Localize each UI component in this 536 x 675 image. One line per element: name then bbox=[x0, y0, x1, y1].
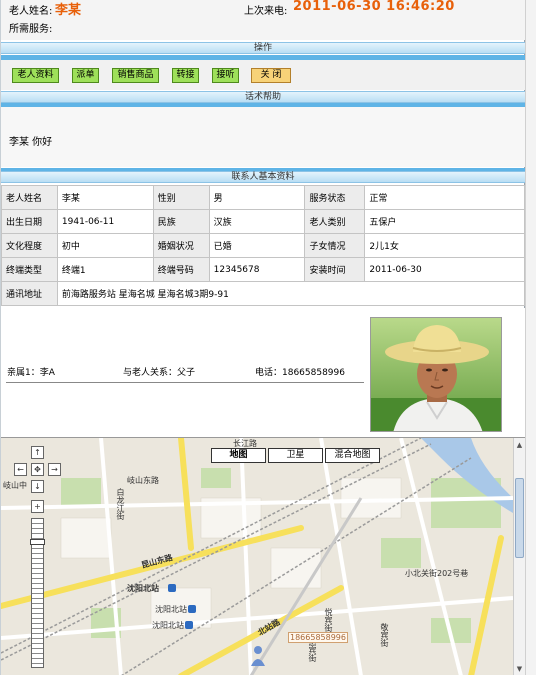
map-road-label: 白龙江街 bbox=[116, 488, 125, 520]
name-label: 老人姓名 bbox=[1, 185, 58, 210]
operations-section-title: 操作 bbox=[1, 42, 525, 54]
address-value: 前海路服务站 星海名城 星海名城3期9-91 bbox=[56, 281, 526, 306]
table-row: 通讯地址 前海路服务站 星海名城 星海名城3期9-91 bbox=[1, 281, 526, 306]
elder-name-value: 李某 bbox=[55, 3, 82, 18]
map-station-label: 沈阳北站 bbox=[155, 605, 187, 614]
map-road-label: 敬宾街 bbox=[380, 623, 389, 647]
transfer-button[interactable]: 转接 bbox=[172, 68, 199, 83]
zoom-in-icon[interactable]: + bbox=[31, 500, 44, 513]
pan-right-icon[interactable]: → bbox=[48, 463, 61, 476]
elder-info-button[interactable]: 老人资料 bbox=[12, 68, 59, 83]
map-road-label: 小北关街202号巷 bbox=[405, 569, 469, 578]
education-label: 文化程度 bbox=[1, 233, 58, 258]
terminal-type-value: 终端1 bbox=[56, 257, 154, 282]
last-call-label: 上次来电: bbox=[244, 6, 288, 17]
map-road-label: 岐山东路 bbox=[127, 476, 159, 485]
install-time-value: 2011-06-30 bbox=[364, 257, 525, 282]
location-map[interactable]: 岐山东路 昆山东路 沈阳北站 沈阳北站 沈阳北站 北站路 小北关街202号巷 岐… bbox=[1, 437, 525, 675]
gender-value: 男 bbox=[208, 185, 306, 210]
scroll-thumb[interactable] bbox=[515, 478, 524, 558]
map-station-label: 沈阳北站 bbox=[127, 584, 159, 593]
children-label: 子女情况 bbox=[304, 233, 366, 258]
table-row: 文化程度 初中 婚姻状况 已婚 子女情况 2儿1女 bbox=[1, 233, 525, 258]
children-value: 2儿1女 bbox=[364, 233, 525, 258]
scroll-down-icon[interactable]: ▼ bbox=[515, 665, 524, 673]
elder-photo bbox=[370, 317, 502, 432]
marriage-value: 已婚 bbox=[208, 233, 306, 258]
contact-info-section-title: 联系人基本资料 bbox=[1, 171, 525, 183]
terminal-number-value: 12345678 bbox=[208, 257, 306, 282]
contact-info-table: 老人姓名 李某 性别 男 服务状态 正常 出生日期 1941-06-11 民族 … bbox=[1, 185, 526, 306]
zoom-slider[interactable] bbox=[30, 518, 45, 668]
relative-relation: 与老人关系：父子 bbox=[123, 368, 196, 378]
service-label: 所需服务: bbox=[9, 24, 53, 35]
close-button[interactable]: 关 闭 bbox=[251, 68, 291, 83]
pan-up-icon[interactable]: ↑ bbox=[31, 446, 44, 459]
elder-type-label: 老人类别 bbox=[304, 209, 366, 234]
map-canvas bbox=[1, 438, 513, 675]
elder-name-label: 老人姓名: bbox=[9, 6, 53, 17]
map-road-label: 悦宾街 bbox=[324, 608, 333, 632]
help-text: 李某 你好 bbox=[9, 137, 53, 148]
phone-marker-label[interactable]: 18665858996 bbox=[288, 632, 348, 643]
dispatch-button[interactable]: 派单 bbox=[72, 68, 99, 83]
caller-header: 老人姓名: 李某 上次来电: 2011-06-30 16:46:20 所需服务: bbox=[1, 0, 525, 40]
relative-phone: 电话：18665858996 bbox=[255, 368, 345, 378]
terminal-type-label: 终端类型 bbox=[1, 257, 58, 282]
operations-toolbar: 老人资料 派单 销售商品 转接 接听 关 闭 bbox=[1, 60, 525, 90]
map-road-label: 岐山中 bbox=[3, 481, 27, 490]
install-time-label: 安装时间 bbox=[304, 257, 366, 282]
birth-value: 1941-06-11 bbox=[56, 209, 154, 234]
table-row: 终端类型 终端1 终端号码 12345678 安装时间 2011-06-30 bbox=[1, 257, 525, 282]
last-call-value: 2011-06-30 16:46:20 bbox=[293, 0, 455, 14]
map-tab-map[interactable]: 地图 bbox=[211, 448, 266, 463]
ethnic-value: 汉族 bbox=[208, 209, 306, 234]
education-value: 初中 bbox=[56, 233, 154, 258]
divider bbox=[6, 382, 364, 383]
elder-photo-image bbox=[371, 318, 501, 431]
scroll-up-icon[interactable]: ▲ bbox=[515, 441, 524, 449]
birth-label: 出生日期 bbox=[1, 209, 58, 234]
pan-down-icon[interactable]: ↓ bbox=[31, 480, 44, 493]
status-label: 服务状态 bbox=[304, 185, 366, 210]
map-type-switcher: 地图 卫星 混合地图 bbox=[211, 448, 382, 463]
name-value: 李某 bbox=[56, 185, 154, 210]
elder-type-value: 五保户 bbox=[364, 209, 525, 234]
map-scrollbar[interactable]: ▲ ▼ bbox=[513, 438, 525, 675]
relative-name: 亲属1：李A bbox=[7, 368, 55, 378]
map-tab-hybrid[interactable]: 混合地图 bbox=[325, 448, 380, 463]
script-help-section-title: 话术帮助 bbox=[1, 91, 525, 103]
page-scrollbar[interactable] bbox=[525, 0, 536, 675]
sell-goods-button[interactable]: 销售商品 bbox=[112, 68, 159, 83]
status-value: 正常 bbox=[364, 185, 525, 210]
zoom-slider-handle[interactable] bbox=[30, 539, 45, 545]
table-row: 出生日期 1941-06-11 民族 汉族 老人类别 五保户 bbox=[1, 209, 525, 234]
pan-left-icon[interactable]: ← bbox=[14, 463, 27, 476]
ethnic-label: 民族 bbox=[152, 209, 210, 234]
address-label: 通讯地址 bbox=[1, 281, 58, 306]
answer-button[interactable]: 接听 bbox=[212, 68, 239, 83]
terminal-number-label: 终端号码 bbox=[152, 257, 210, 282]
elder-call-panel: 老人姓名: 李某 上次来电: 2011-06-30 16:46:20 所需服务:… bbox=[0, 0, 526, 675]
script-help-panel: 李某 你好 bbox=[1, 107, 525, 167]
relative-panel: 亲属1：李A 与老人关系：父子 电话：18665858996 bbox=[1, 308, 525, 437]
table-row: 老人姓名 李某 性别 男 服务状态 正常 bbox=[1, 185, 525, 210]
gender-label: 性别 bbox=[152, 185, 210, 210]
map-tab-satellite[interactable]: 卫星 bbox=[268, 448, 323, 463]
marriage-label: 婚姻状况 bbox=[152, 233, 210, 258]
pan-center-icon[interactable]: ✥ bbox=[31, 463, 44, 476]
map-station-label: 沈阳北站 bbox=[152, 621, 184, 630]
